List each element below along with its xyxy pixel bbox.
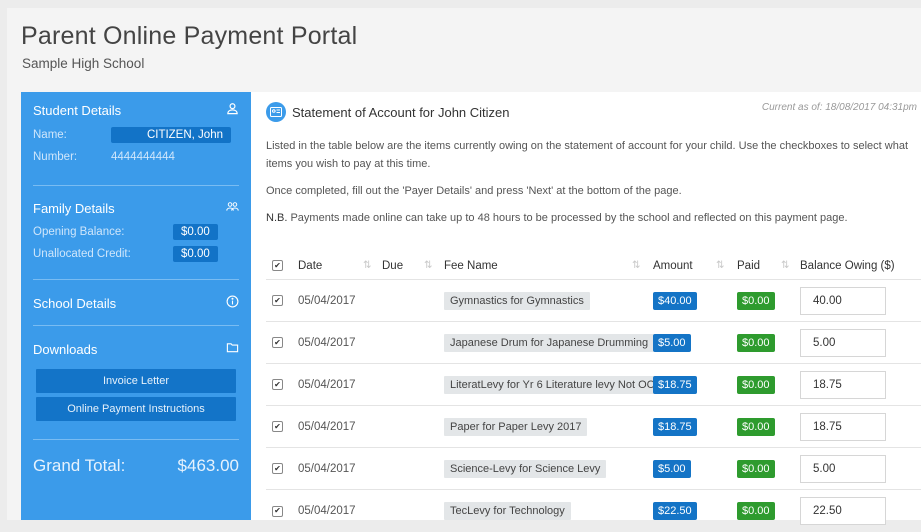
student-number: 4444444444	[111, 151, 175, 163]
row-paid: $0.00	[737, 502, 775, 520]
downloads-section: Downloads Invoice Letter Online Payment …	[33, 326, 239, 421]
row-amount: $40.00	[653, 291, 697, 310]
row-fee-name: Gymnastics for Gymnastics	[444, 291, 590, 310]
row-balance-input[interactable]	[800, 286, 886, 315]
sort-icon[interactable]: ⇅	[716, 260, 724, 271]
portal-title: Parent Online Payment Portal	[21, 22, 358, 50]
row-balance-input[interactable]	[800, 370, 886, 399]
row-amount: $22.50	[653, 502, 697, 520]
sort-icon[interactable]: ⇅	[363, 260, 371, 271]
invoice-letter-button[interactable]: Invoice Letter	[36, 369, 236, 393]
row-fee-name: Science-Levy for Science Levy	[444, 459, 607, 478]
opening-balance-value: $0.00	[173, 224, 218, 240]
current-as-of: Current as of: 18/08/2017 04:31pm	[761, 102, 917, 113]
row-fee-name: Japanese Drum for Japanese Drumming	[444, 333, 655, 352]
row-date: 05/04/2017	[298, 294, 356, 307]
sidebar: Student Details Name: CITIZEN, John Numb…	[21, 92, 251, 520]
users-icon	[226, 200, 239, 216]
row-checkbox[interactable]: ✔	[272, 337, 283, 348]
row-paid: $0.00	[737, 459, 775, 478]
row-balance-input[interactable]	[800, 497, 886, 525]
table-row: ✔ 05/04/2017 Japanese Drum for Japanese …	[266, 322, 921, 364]
table-row: ✔ 05/04/2017 TecLevy for Technology $22.…	[266, 490, 921, 532]
row-checkbox[interactable]: ✔	[272, 421, 283, 432]
row-date: 05/04/2017	[298, 462, 356, 475]
row-date: 05/04/2017	[298, 378, 356, 391]
sort-icon[interactable]: ⇅	[424, 260, 432, 271]
col-paid[interactable]: Paid	[737, 260, 760, 272]
folder-icon	[226, 341, 239, 357]
name-label: Name:	[33, 129, 67, 141]
instruction-text: Once completed, fill out the 'Payer Deta…	[266, 185, 682, 197]
sort-icon[interactable]: ⇅	[781, 260, 789, 271]
row-date: 05/04/2017	[298, 505, 356, 517]
unallocated-credit-label: Unallocated Credit:	[33, 248, 131, 260]
row-fee-name: Paper for Paper Levy 2017	[444, 417, 588, 436]
table-row: ✔ 05/04/2017 LiteratLevy for Yr 6 Litera…	[266, 364, 921, 406]
fees-table: ✔ Date ⇅ Due ⇅ Fee Name ⇅ Amount ⇅ Paid …	[266, 252, 921, 532]
user-icon	[226, 102, 239, 118]
student-details-heading: Student Details	[33, 102, 122, 118]
sort-icon[interactable]: ⇅	[632, 260, 640, 271]
statement-header: Statement of Account for John Citizen	[266, 102, 510, 122]
row-balance-input[interactable]	[800, 412, 886, 441]
row-paid: $0.00	[737, 333, 775, 352]
nb-text: Payments made online can take up to 48 h…	[290, 212, 848, 224]
id-card-icon	[266, 102, 286, 122]
table-row: ✔ 05/04/2017 Gymnastics for Gymnastics $…	[266, 280, 921, 322]
col-amount[interactable]: Amount	[653, 260, 693, 272]
col-balance[interactable]: Balance Owing ($)	[800, 260, 895, 272]
unallocated-credit-value: $0.00	[173, 246, 218, 262]
info-icon[interactable]	[226, 295, 239, 311]
row-amount: $5.00	[653, 333, 691, 352]
row-paid: $0.00	[737, 417, 775, 436]
table-header: ✔ Date ⇅ Due ⇅ Fee Name ⇅ Amount ⇅ Paid …	[266, 252, 921, 280]
family-details-heading: Family Details	[33, 200, 115, 216]
family-details-section: Family Details Opening Balance: $0.00 Un…	[33, 186, 239, 265]
statement-title: Statement of Account for John Citizen	[292, 104, 510, 120]
downloads-heading: Downloads	[33, 341, 98, 357]
col-date[interactable]: Date	[298, 260, 322, 272]
statement-panel: Statement of Account for John Citizen Cu…	[251, 92, 921, 525]
select-all-checkbox[interactable]: ✔	[272, 260, 283, 271]
grand-total-value: $463.00	[177, 456, 239, 475]
row-checkbox[interactable]: ✔	[272, 379, 283, 390]
row-fee-name: LiteratLevy for Yr 6 Literature levy Not…	[444, 375, 661, 394]
row-paid: $0.00	[737, 291, 775, 310]
payment-instructions-button[interactable]: Online Payment Instructions	[36, 397, 236, 421]
row-amount: $18.75	[653, 417, 697, 436]
row-balance-input[interactable]	[800, 328, 886, 357]
nb-note: N.B. Payments made online can take up to…	[266, 209, 916, 227]
col-due[interactable]: Due	[382, 260, 403, 272]
row-date: 05/04/2017	[298, 420, 356, 433]
row-amount: $18.75	[653, 375, 697, 394]
row-amount: $5.00	[653, 459, 691, 478]
table-row: ✔ 05/04/2017 Science-Levy for Science Le…	[266, 448, 921, 490]
student-details-section: Student Details Name: CITIZEN, John Numb…	[33, 92, 239, 168]
row-paid: $0.00	[737, 375, 775, 394]
page: Parent Online Payment Portal Sample High…	[7, 8, 921, 525]
row-fee-name: TecLevy for Technology	[444, 502, 571, 520]
grand-total: Grand Total: $463.00	[33, 456, 239, 476]
col-fee-name[interactable]: Fee Name	[444, 260, 498, 272]
grand-total-label: Grand Total:	[33, 456, 126, 475]
row-date: 05/04/2017	[298, 336, 356, 349]
nb-label: N.B.	[266, 212, 288, 224]
student-name: CITIZEN, John	[111, 127, 231, 143]
number-label: Number:	[33, 151, 78, 163]
table-row: ✔ 05/04/2017 Paper for Paper Levy 2017 $…	[266, 406, 921, 448]
school-details-section[interactable]: School Details	[33, 280, 239, 325]
school-details-heading[interactable]: School Details	[33, 296, 116, 311]
opening-balance-label: Opening Balance:	[33, 226, 125, 238]
school-name: Sample High School	[22, 56, 145, 71]
intro-text: Listed in the table below are the items …	[266, 140, 909, 170]
row-checkbox[interactable]: ✔	[272, 295, 283, 306]
row-balance-input[interactable]	[800, 454, 886, 483]
row-checkbox[interactable]: ✔	[272, 463, 283, 474]
row-checkbox[interactable]: ✔	[272, 505, 283, 517]
